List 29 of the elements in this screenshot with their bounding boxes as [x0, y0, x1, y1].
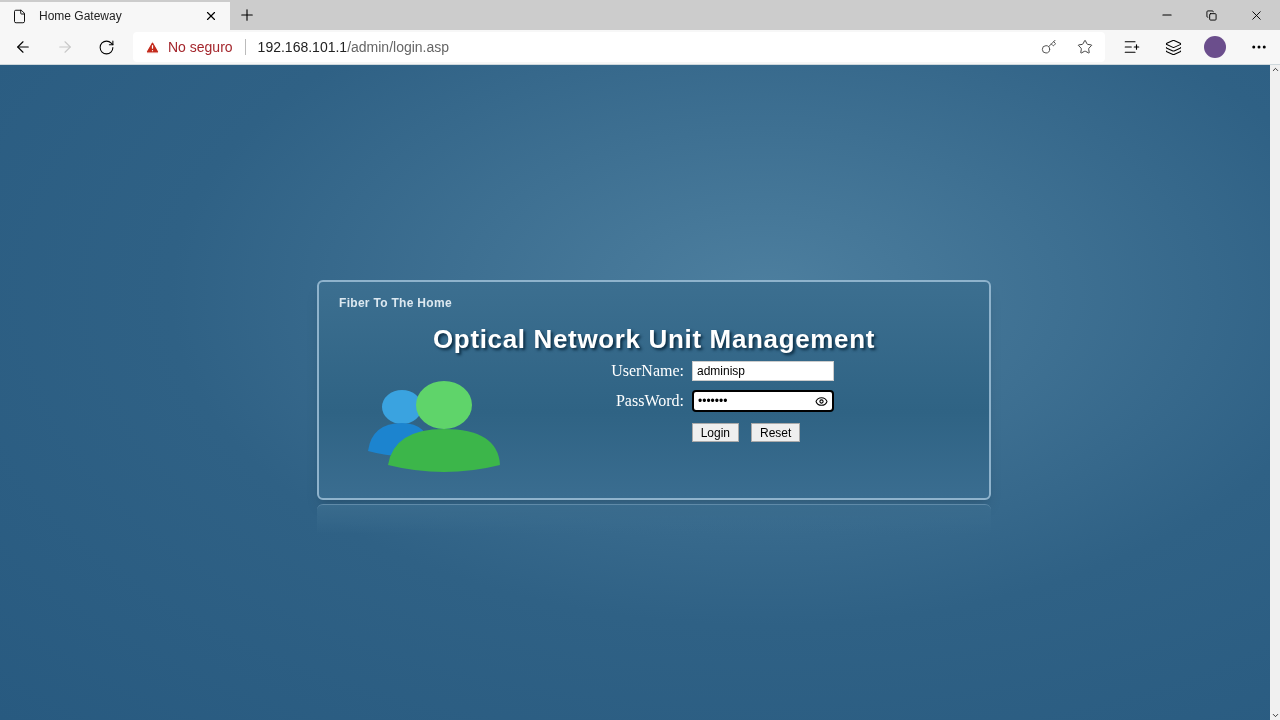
address-bar[interactable]: No seguro 192.168.101.1/admin/login.asp — [133, 32, 1105, 62]
scroll-up-icon[interactable] — [1270, 65, 1280, 74]
profile-avatar[interactable] — [1204, 36, 1226, 58]
show-password-icon[interactable] — [815, 394, 828, 408]
field-label: PassWord: — [614, 391, 684, 411]
new-tab-icon[interactable] — [238, 6, 256, 24]
url-path: /admin/login.asp — [347, 37, 450, 57]
reset-button[interactable]: Reset — [751, 423, 801, 442]
scroll-down-icon[interactable] — [1270, 711, 1280, 720]
back-icon[interactable] — [14, 38, 32, 56]
field-label: UserName: — [610, 361, 684, 381]
key-icon[interactable] — [1041, 39, 1057, 55]
page-icon — [12, 8, 27, 24]
favorites-icon[interactable] — [1123, 38, 1141, 56]
browser-tab[interactable]: Home Gateway — [0, 2, 230, 30]
subtitle: Fiber To The Home — [339, 295, 453, 312]
login-button[interactable]: Login — [691, 423, 739, 442]
close-tab-icon[interactable] — [204, 9, 218, 23]
restore-icon[interactable] — [1206, 9, 1217, 21]
url-host: 192.168.101.1 — [257, 37, 348, 57]
refresh-icon[interactable] — [98, 38, 115, 56]
collections-icon[interactable] — [1165, 38, 1182, 56]
password-field[interactable]: ••••••• — [692, 390, 834, 412]
username-field[interactable]: adminisp — [692, 361, 834, 381]
tab-title: Home Gateway — [39, 8, 123, 25]
favorite-star-icon[interactable] — [1077, 39, 1093, 55]
warning-icon — [145, 39, 160, 55]
security-label: No seguro — [168, 37, 233, 57]
panel-title: Optical Network Unit Management — [433, 323, 875, 356]
